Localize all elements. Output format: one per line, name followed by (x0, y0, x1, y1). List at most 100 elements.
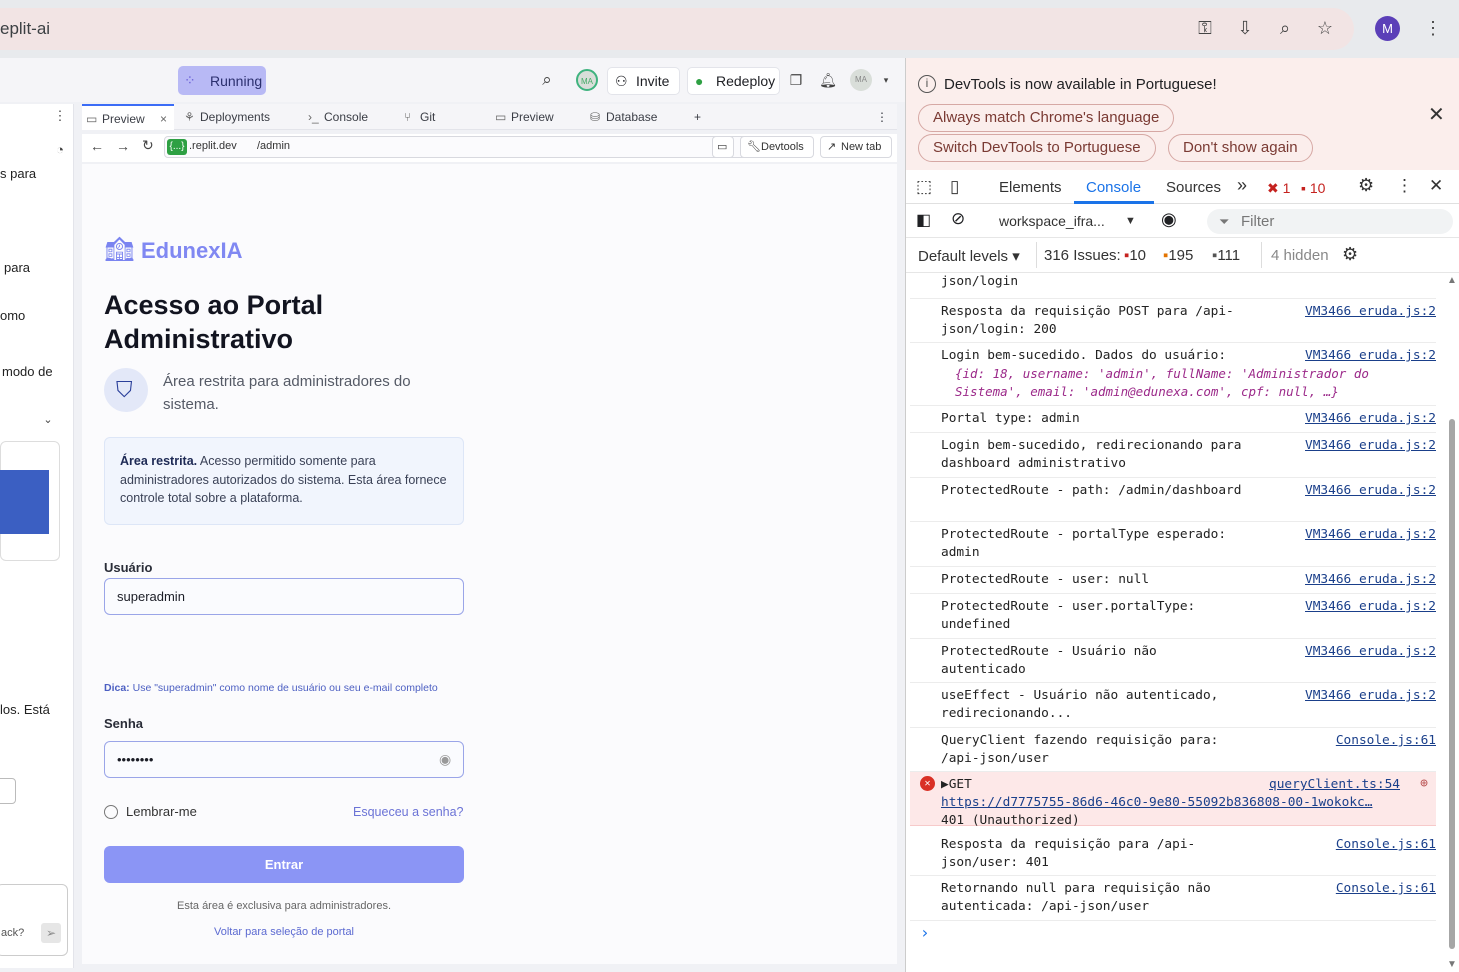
tab-preview[interactable]: ▭ Preview × (82, 104, 174, 130)
log-entry: ProtectedRoute - path: /admin/dashboard V… (910, 478, 1436, 522)
scroll-thumb[interactable] (1449, 419, 1455, 949)
switch-language-button[interactable]: Switch DevTools to Portuguese (918, 134, 1156, 162)
tab-database[interactable]: ⛁ Database (586, 104, 657, 130)
tab-deployments[interactable]: ⚘ Deployments (180, 104, 270, 130)
sidebar-toggle-icon[interactable]: ◧ (916, 210, 931, 230)
windows-icon[interactable]: ❐ (784, 68, 808, 92)
new-tab-button[interactable]: ↗ New tab (820, 136, 892, 158)
history-icon[interactable]: ◔ (48, 138, 72, 162)
back-icon[interactable]: ← (90, 138, 104, 154)
deploy-icon: ● (695, 73, 704, 89)
tab-console[interactable]: ›_ Console (304, 104, 368, 130)
invite-button[interactable]: ⚇ Invite (607, 67, 680, 95)
default-levels-dropdown[interactable]: Default levels ▾ (918, 247, 1020, 265)
log-source-link[interactable]: VM3466 eruda.js:2 (1299, 643, 1436, 661)
log-source-link[interactable]: Console.js:61 (1329, 836, 1436, 854)
console-prompt[interactable]: › (920, 923, 930, 942)
request-url-link[interactable]: https://d7775755-86d6-46c0-9e80-55092b83… (941, 794, 1411, 812)
menu-dots-icon[interactable]: ⋮ (1421, 16, 1445, 40)
log-source-link[interactable]: VM3466 eruda.js:2 (1299, 482, 1436, 500)
log-source-link[interactable]: VM3466 eruda.js:2 (1299, 410, 1436, 428)
star-icon[interactable]: ☆ (1313, 16, 1337, 40)
run-status-button[interactable]: ⁘ Running (178, 66, 266, 95)
issues-warning-badge[interactable]: ▪195 (1163, 247, 1193, 264)
username-field[interactable]: superadmin (104, 578, 464, 615)
eye-icon[interactable]: ◉ (439, 742, 451, 777)
log-entry: ProtectedRoute - user: null VM3466 eruda.… (910, 567, 1436, 594)
network-icon[interactable]: ⊕ (1420, 775, 1428, 793)
chat-input[interactable]: ack? ➢ (0, 884, 68, 956)
log-source-link[interactable]: VM3466 eruda.js:2 (1299, 598, 1436, 616)
submit-button[interactable]: Entrar (104, 846, 464, 883)
scroll-down-icon[interactable]: ▼ (1447, 959, 1457, 970)
error-count-badge[interactable]: ✖ 1 (1267, 180, 1290, 197)
log-source-link[interactable]: VM3466 eruda.js:2 (1299, 303, 1436, 321)
more-tabs-icon[interactable]: » (1237, 175, 1247, 196)
tab-console[interactable]: Console (1086, 179, 1141, 196)
tab-elements[interactable]: Elements (999, 179, 1062, 196)
add-tab-button[interactable]: + (682, 104, 701, 130)
log-source-link[interactable]: VM3466 eruda.js:2 (1299, 687, 1436, 705)
address-bar[interactable]: eplit-ai (0, 8, 1354, 50)
devtools-button[interactable]: 🔧︎ Devtools (740, 136, 814, 158)
settings-icon[interactable]: ⚙ (1358, 175, 1374, 196)
context-select[interactable]: workspace_ifra... ▼ (991, 209, 1141, 233)
tab-sources[interactable]: Sources (1166, 179, 1221, 196)
log-source-link[interactable]: VM3466 eruda.js:2 (1299, 526, 1436, 544)
filter-placeholder: Filter (1241, 213, 1275, 230)
issues-info-badge[interactable]: ▪111 (1212, 247, 1240, 264)
close-icon[interactable]: ✕ (1428, 102, 1445, 127)
bell-icon[interactable]: 🔔︎ (816, 68, 840, 92)
log-text[interactable]: ▶GET (941, 776, 1246, 794)
log-source-link[interactable]: VM3466 eruda.js:2 (1299, 347, 1436, 365)
user-avatar[interactable]: MA (850, 69, 872, 91)
log-object-preview[interactable]: {id: 18, username: 'admin', fullName: 'A… (941, 365, 1411, 401)
screenshot-card[interactable] (0, 441, 60, 561)
close-icon[interactable]: × (160, 106, 167, 132)
zoom-icon[interactable]: ⌕ (1273, 16, 1297, 40)
reload-icon[interactable]: ↻ (142, 137, 154, 154)
inspect-icon[interactable]: ⬚ (916, 177, 932, 197)
avatar[interactable]: MA (576, 69, 598, 91)
tab-preview-2[interactable]: ▭ Preview (491, 104, 554, 130)
match-language-button[interactable]: Always match Chrome's language (918, 104, 1175, 132)
redeploy-button[interactable]: ● Redeploy (687, 67, 780, 95)
issues-error-badge[interactable]: ▪10 (1124, 247, 1146, 264)
agent-button[interactable] (0, 778, 16, 804)
more-icon[interactable]: ⋮ (872, 104, 888, 130)
settings-icon[interactable]: ⚙ (1342, 244, 1358, 265)
log-source-link[interactable]: Console.js:61 (1329, 732, 1436, 750)
url-domain: .replit.dev (189, 140, 237, 152)
preview-address-input[interactable]: {...} .replit.dev /admin → (164, 136, 789, 158)
chevron-down-icon[interactable]: ▾ (874, 68, 898, 92)
device-toggle-icon[interactable]: ▯ (950, 177, 959, 197)
profile-avatar[interactable]: M (1375, 16, 1400, 41)
forward-icon[interactable]: → (116, 138, 130, 154)
log-source-link[interactable]: VM3466 eruda.js:2 (1299, 571, 1436, 589)
close-icon[interactable]: ✕ (1429, 176, 1443, 196)
filter-input[interactable]: ⏷ Filter (1207, 209, 1453, 234)
password-field[interactable]: •••••••• ◉ (104, 741, 464, 778)
scroll-up-icon[interactable]: ▲ (1447, 275, 1457, 286)
back-to-portal-link[interactable]: Voltar para seleção de portal (104, 926, 464, 938)
warning-count-badge[interactable]: ▪ 10 (1301, 180, 1325, 196)
key-icon[interactable]: ⚿ (1193, 16, 1217, 40)
eye-icon[interactable]: ◉ (1161, 209, 1177, 230)
log-source-link[interactable]: VM3466 eruda.js:2 (1299, 437, 1436, 455)
install-icon[interactable]: ⇩ (1233, 16, 1257, 40)
tab-git[interactable]: ⑂ Git (400, 104, 435, 130)
screen-size-button[interactable]: ▭ (712, 136, 734, 158)
console-scrollbar[interactable]: ▲ ▼ (1447, 273, 1457, 972)
log-source-link[interactable]: Console.js:61 (1329, 880, 1436, 898)
clear-console-icon[interactable]: ⊘ (951, 209, 965, 229)
more-icon[interactable]: ⋮ (48, 104, 72, 128)
more-icon[interactable]: ⋮ (1396, 176, 1413, 196)
dont-show-button[interactable]: Don't show again (1168, 134, 1313, 162)
forgot-password-link[interactable]: Esqueceu a senha? (353, 805, 464, 819)
preview-frame: 🏫︎ EdunexIA Acesso ao Portal Administrat… (82, 164, 897, 964)
log-source-link[interactable]: queryClient.ts:54 (1263, 776, 1400, 794)
issues-label[interactable]: 316 Issues: (1044, 247, 1121, 264)
send-icon[interactable]: ➢ (41, 923, 61, 943)
search-icon[interactable]: ⌕ (535, 68, 559, 92)
chevron-down-icon[interactable]: ⌄ (36, 408, 60, 432)
